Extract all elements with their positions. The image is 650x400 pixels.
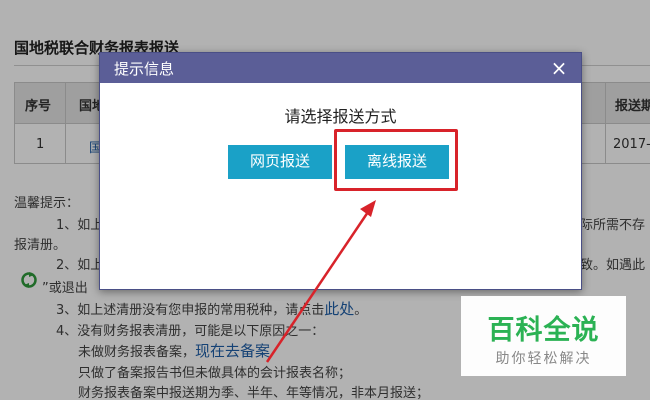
watermark-sub: 助你轻松解决 <box>495 351 592 367</box>
highlight-box <box>334 129 458 191</box>
dialog-title: 提示信息 <box>114 60 175 78</box>
close-icon[interactable]: × <box>547 56 571 80</box>
prompt-dialog: 提示信息 × 请选择报送方式 网页报送 离线报送 <box>99 52 582 290</box>
dialog-message: 请选择报送方式 <box>284 107 397 126</box>
web-submit-button[interactable]: 网页报送 <box>228 145 332 179</box>
watermark-logo: 百科全说 助你轻松解决 <box>461 296 626 376</box>
watermark-main: 百科全说 <box>487 315 600 346</box>
dialog-header: 提示信息 × <box>100 53 581 83</box>
